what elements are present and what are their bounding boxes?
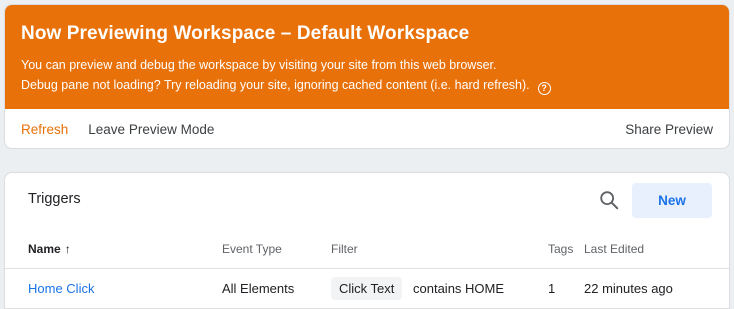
triggers-header: Triggers New xyxy=(5,173,729,229)
preview-title: Now Previewing Workspace – Default Works… xyxy=(21,23,470,44)
preview-description-line-2-text: Debug pane not loading? Try reloading yo… xyxy=(21,78,530,92)
column-header-name-label: Name xyxy=(28,242,61,256)
search-icon[interactable] xyxy=(598,189,620,211)
column-header-tags[interactable]: Tags xyxy=(548,242,573,256)
triggers-title: Triggers xyxy=(28,191,81,207)
preview-description-line-2: Debug pane not loading? Try reloading yo… xyxy=(21,75,713,95)
triggers-card: Triggers New Name ↑ Event Type Filter Tag… xyxy=(4,172,730,309)
share-preview-button[interactable]: Share Preview xyxy=(625,122,713,137)
filter-variable-chip: Click Text xyxy=(331,277,403,300)
preview-card: Now Previewing Workspace – Default Works… xyxy=(4,4,730,149)
leave-preview-mode-button[interactable]: Leave Preview Mode xyxy=(88,122,214,137)
help-icon[interactable]: ? xyxy=(537,82,551,95)
column-header-name[interactable]: Name ↑ xyxy=(28,242,71,256)
column-header-event-type[interactable]: Event Type xyxy=(222,242,282,256)
table-row[interactable]: Home Click All Elements Click Text conta… xyxy=(5,269,729,309)
preview-banner: Now Previewing Workspace – Default Works… xyxy=(5,5,729,109)
new-trigger-button[interactable]: New xyxy=(632,183,712,218)
preview-description-line-1: You can preview and debug the workspace … xyxy=(21,58,497,72)
preview-actions: Refresh Leave Preview Mode Share Preview xyxy=(5,109,729,148)
preview-description: You can preview and debug the workspace … xyxy=(21,55,713,95)
filter-condition: contains HOME xyxy=(413,281,505,296)
trigger-event-type: All Elements xyxy=(222,281,295,296)
column-header-last-edited[interactable]: Last Edited xyxy=(584,242,644,256)
refresh-button[interactable]: Refresh xyxy=(21,122,68,137)
sort-ascending-icon[interactable]: ↑ xyxy=(65,242,71,256)
trigger-name-link[interactable]: Home Click xyxy=(28,281,94,296)
column-header-filter[interactable]: Filter xyxy=(331,242,358,256)
trigger-last-edited: 22 minutes ago xyxy=(584,281,673,296)
trigger-tags-count: 1 xyxy=(548,281,556,296)
table-header: Name ↑ Event Type Filter Tags Last Edited xyxy=(5,229,729,269)
